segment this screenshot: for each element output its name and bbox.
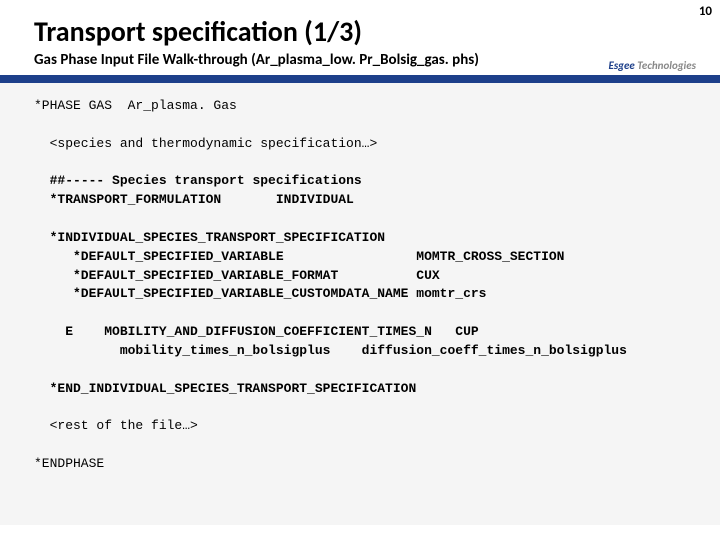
brand-name: Esgee [608,59,634,72]
brand-word: Technologies [637,59,696,72]
code-line-bold: ----- Species transport specifications [65,173,361,188]
code-line: *PHASE GAS Ar_plasma. Gas [34,98,237,113]
brand-logo: Esgee Technologies [602,57,702,74]
page-title: Transport specification (1/3) [0,0,720,51]
code-line-bold: mobility_times_n_bolsigplus diffusion_co… [34,343,627,358]
code-line: <rest of the file…> [34,418,198,433]
page-number: 10 [699,4,712,19]
code-line: *ENDPHASE [34,456,104,471]
code-block: *PHASE GAS Ar_plasma. Gas <species and t… [0,83,720,525]
code-line-bold: *DEFAULT_SPECIFIED_VARIABLE_CUSTOMDATA_N… [34,286,486,301]
code-line-bold: E MOBILITY_AND_DIFFUSION_COEFFICIENT_TIM… [34,324,479,339]
code-line-bold: *TRANSPORT_FORMULATION INDIVIDUAL [34,192,354,207]
code-line-bold: *INDIVIDUAL_SPECIES_TRANSPORT_SPECIFICAT… [34,230,385,245]
code-line-bold: *DEFAULT_SPECIFIED_VARIABLE MOMTR_CROSS_… [34,249,565,264]
code-line-bold: *END_INDIVIDUAL_SPECIES_TRANSPORT_SPECIF… [34,381,416,396]
header-divider: Esgee Technologies [0,75,720,83]
code-line-bold: ## [34,173,65,188]
code-line: <species and thermodynamic specification… [34,136,377,151]
code-line-bold: *DEFAULT_SPECIFIED_VARIABLE_FORMAT CUX [34,268,440,283]
